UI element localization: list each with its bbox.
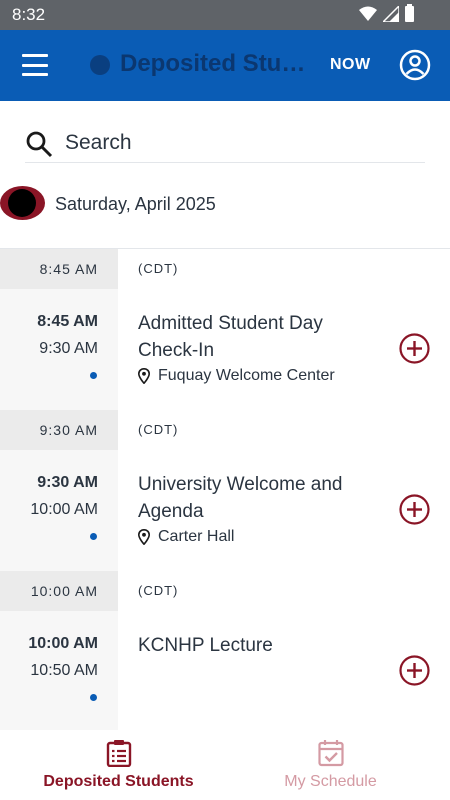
battery-icon [405,4,414,22]
session-dot-icon [90,372,97,379]
session-time-column: 9:30 AM 10:00 AM [0,450,118,571]
add-to-schedule-icon[interactable] [399,333,430,364]
group-timezone: (CDT) [138,583,179,598]
session-location-label: Fuquay Welcome Center [158,367,335,384]
session-start-time: 10:00 AM [28,635,98,652]
add-to-schedule-icon[interactable] [399,655,430,686]
session-time-column: 8:45 AM 9:30 AM [0,289,118,410]
nav-my-schedule[interactable]: My Schedule [218,730,443,800]
nav-deposited-students[interactable]: Deposited Students [6,730,231,800]
bottom-nav: Deposited Students My Schedule [0,730,450,800]
session-start-time: 8:45 AM [37,313,98,330]
session-dot-icon [90,533,97,540]
search-input[interactable] [65,129,415,157]
search-bar [25,125,425,163]
date-header: Saturday, April 2025 [0,182,450,226]
status-icons [359,4,414,22]
app-title: Deposited Stud... [120,50,315,77]
date-avatar-icon [0,186,45,220]
clipboard-list-icon [106,740,132,767]
session-item[interactable]: 8:45 AM 9:30 AM Admitted Student Day Che… [0,289,450,410]
time-group-header: 8:45 AM (CDT) [0,249,450,289]
now-button[interactable]: NOW [330,56,371,74]
group-timezone: (CDT) [138,422,179,437]
time-group-header: 9:30 AM (CDT) [0,410,450,450]
group-time: 10:00 AM [0,571,118,611]
session-dot-icon [90,694,97,701]
session-end-time: 9:30 AM [39,340,98,357]
session-location: Carter Hall [138,528,234,546]
session-title[interactable]: KCNHP Lecture [138,632,378,659]
status-bar: 8:32 [0,0,450,30]
group-time: 8:45 AM [0,249,118,289]
time-group-header: 10:00 AM (CDT) [0,571,450,611]
signal-icon [383,6,399,22]
group-timezone: (CDT) [138,261,179,276]
nav-label: My Schedule [284,773,377,790]
nav-label: Deposited Students [43,773,194,790]
session-end-time: 10:00 AM [30,501,98,518]
status-time: 8:32 [12,5,46,24]
session-end-time: 10:50 AM [30,662,98,679]
group-time: 9:30 AM [0,410,118,450]
app-bar: Deposited Stud... NOW [0,30,450,101]
session-title[interactable]: University Welcome and Agenda [138,471,378,525]
session-item[interactable]: 9:30 AM 10:00 AM University Welcome and … [0,450,450,571]
add-to-schedule-icon[interactable] [399,494,430,525]
wifi-icon [359,6,377,21]
session-location: Fuquay Welcome Center [138,367,335,385]
search-icon [26,131,53,158]
session-location-label: Carter Hall [158,528,235,545]
session-title[interactable]: Admitted Student Day Check-In [138,310,378,364]
menu-icon[interactable] [22,54,48,76]
session-item[interactable]: 10:00 AM 10:50 AM KCNHP Lecture [0,611,450,730]
location-pin-icon [138,368,150,384]
schedule-list[interactable]: 8:45 AM (CDT) 8:45 AM 9:30 AM Admitted S… [0,248,450,730]
loading-indicator-icon [90,55,110,75]
date-label: Saturday, April 2025 [55,194,216,214]
session-time-column: 10:00 AM 10:50 AM [0,611,118,730]
location-pin-icon [138,529,150,545]
account-icon[interactable] [399,49,431,81]
calendar-check-icon [318,740,344,767]
session-start-time: 9:30 AM [37,474,98,491]
